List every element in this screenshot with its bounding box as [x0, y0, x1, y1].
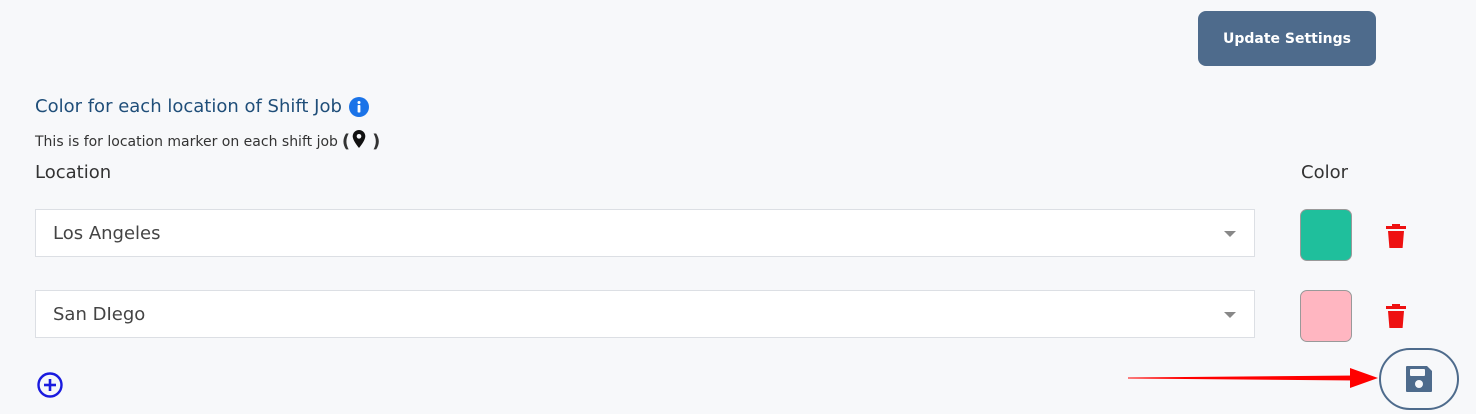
chevron-down-icon — [1224, 231, 1236, 237]
color-swatch[interactable] — [1300, 209, 1352, 261]
info-icon[interactable] — [348, 96, 369, 117]
map-marker-icon — [352, 129, 366, 148]
update-settings-button[interactable]: Update Settings — [1198, 11, 1376, 66]
location-select-value: San DIego — [53, 303, 146, 325]
trash-icon[interactable] — [1386, 304, 1406, 328]
save-button[interactable] — [1379, 348, 1459, 410]
paren-close: ) — [372, 131, 381, 152]
section-title-row: Color for each location of Shift Job — [35, 96, 369, 117]
annotation-arrow — [1128, 368, 1378, 388]
column-header-color: Color — [1301, 162, 1348, 183]
section-title: Color for each location of Shift Job — [35, 96, 342, 117]
add-location-icon[interactable] — [37, 372, 63, 398]
floppy-disk-icon — [1406, 366, 1432, 392]
trash-icon[interactable] — [1386, 224, 1406, 248]
column-header-location: Location — [35, 162, 112, 183]
chevron-down-icon — [1224, 312, 1236, 318]
location-select-value: Los Angeles — [53, 222, 161, 244]
color-swatch[interactable] — [1300, 290, 1352, 342]
location-select[interactable]: San DIego — [35, 290, 1255, 338]
paren-open: ( — [341, 131, 351, 152]
section-subtitle-row: This is for location marker on each shif… — [35, 129, 381, 152]
location-select[interactable]: Los Angeles — [35, 209, 1255, 257]
location-color-settings: Update Settings Color for each location … — [0, 0, 1476, 414]
section-subtitle: This is for location marker on each shif… — [35, 133, 338, 150]
